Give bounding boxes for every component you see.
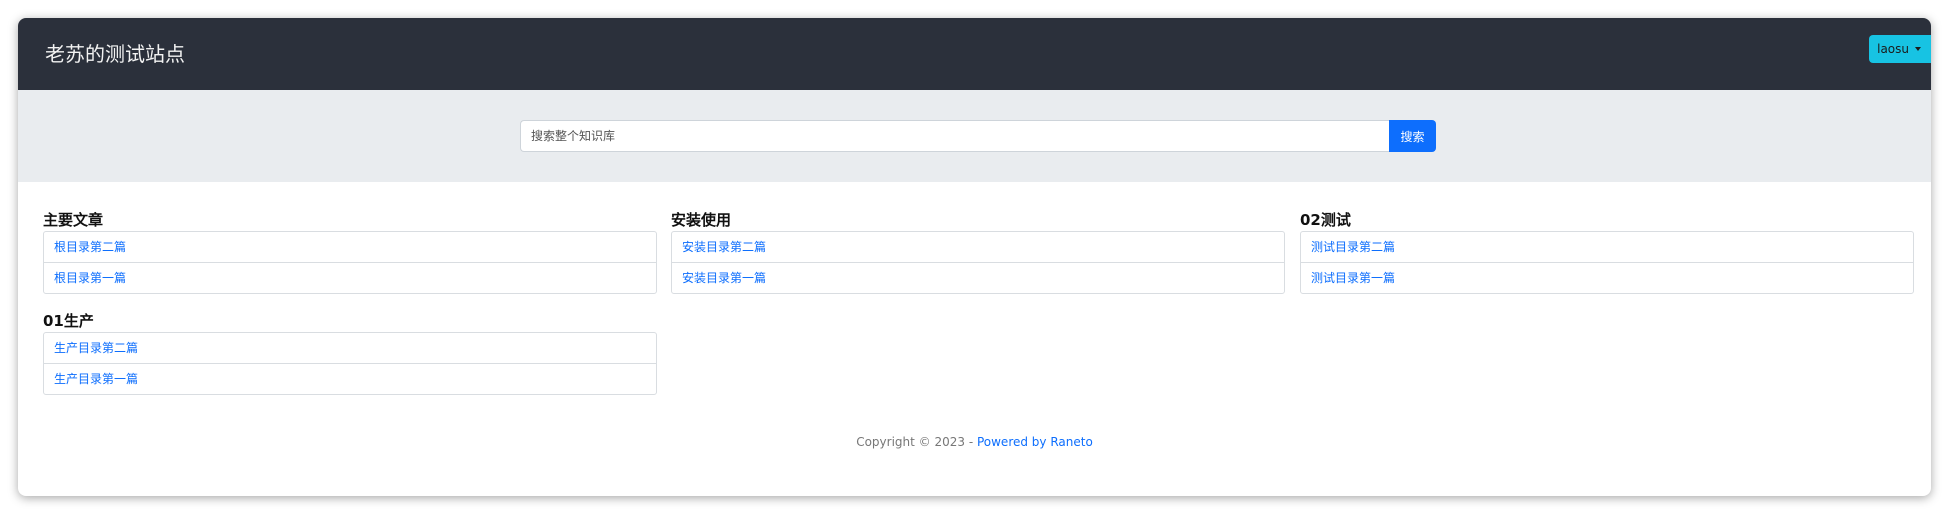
list-item[interactable]: 根目录第一篇 <box>44 262 656 293</box>
article-list: 测试目录第二篇 测试目录第一篇 <box>1300 231 1914 294</box>
group-title: 02测试 <box>1300 211 1351 229</box>
user-menu-label: laosu <box>1877 42 1909 56</box>
list-item[interactable]: 根目录第二篇 <box>44 232 656 262</box>
search-button[interactable]: 搜索 <box>1389 120 1436 152</box>
group-title: 01生产 <box>43 312 94 330</box>
article-list: 根目录第二篇 根目录第一篇 <box>43 231 657 294</box>
site-brand[interactable]: 老苏的测试站点 <box>45 40 185 68</box>
list-item[interactable]: 安装目录第一篇 <box>672 262 1284 293</box>
caret-down-icon <box>1915 47 1921 51</box>
article-list: 安装目录第二篇 安装目录第一篇 <box>671 231 1285 294</box>
group-title: 安装使用 <box>671 211 732 229</box>
group-main-articles: 主要文章 根目录第二篇 根目录第一篇 <box>43 209 657 294</box>
copyright-text: Copyright © 2023 - <box>856 435 977 449</box>
browser-window: 老苏的测试站点 laosu 搜索 主要文章 根目录第二篇 根目录第一篇 安装使用… <box>18 18 1931 496</box>
page-footer: Copyright © 2023 - Powered by Raneto <box>18 435 1931 449</box>
list-item[interactable]: 生产目录第二篇 <box>44 333 656 363</box>
article-list: 生产目录第二篇 生产目录第一篇 <box>43 332 657 395</box>
group-test: 02测试 测试目录第二篇 测试目录第一篇 <box>1300 209 1914 294</box>
list-item[interactable]: 测试目录第二篇 <box>1301 232 1913 262</box>
list-item[interactable]: 生产目录第一篇 <box>44 363 656 394</box>
group-install-usage: 安装使用 安装目录第二篇 安装目录第一篇 <box>671 209 1285 294</box>
user-menu-button[interactable]: laosu <box>1869 35 1931 63</box>
list-item[interactable]: 测试目录第一篇 <box>1301 262 1913 293</box>
search-input[interactable] <box>520 120 1409 152</box>
group-title: 主要文章 <box>43 211 104 229</box>
group-production: 01生产 生产目录第二篇 生产目录第一篇 <box>43 310 657 395</box>
powered-by-link[interactable]: Powered by Raneto <box>977 435 1093 449</box>
search-band: 搜索 <box>18 90 1931 182</box>
list-item[interactable]: 安装目录第二篇 <box>672 232 1284 262</box>
top-navbar: 老苏的测试站点 laosu <box>18 18 1931 90</box>
